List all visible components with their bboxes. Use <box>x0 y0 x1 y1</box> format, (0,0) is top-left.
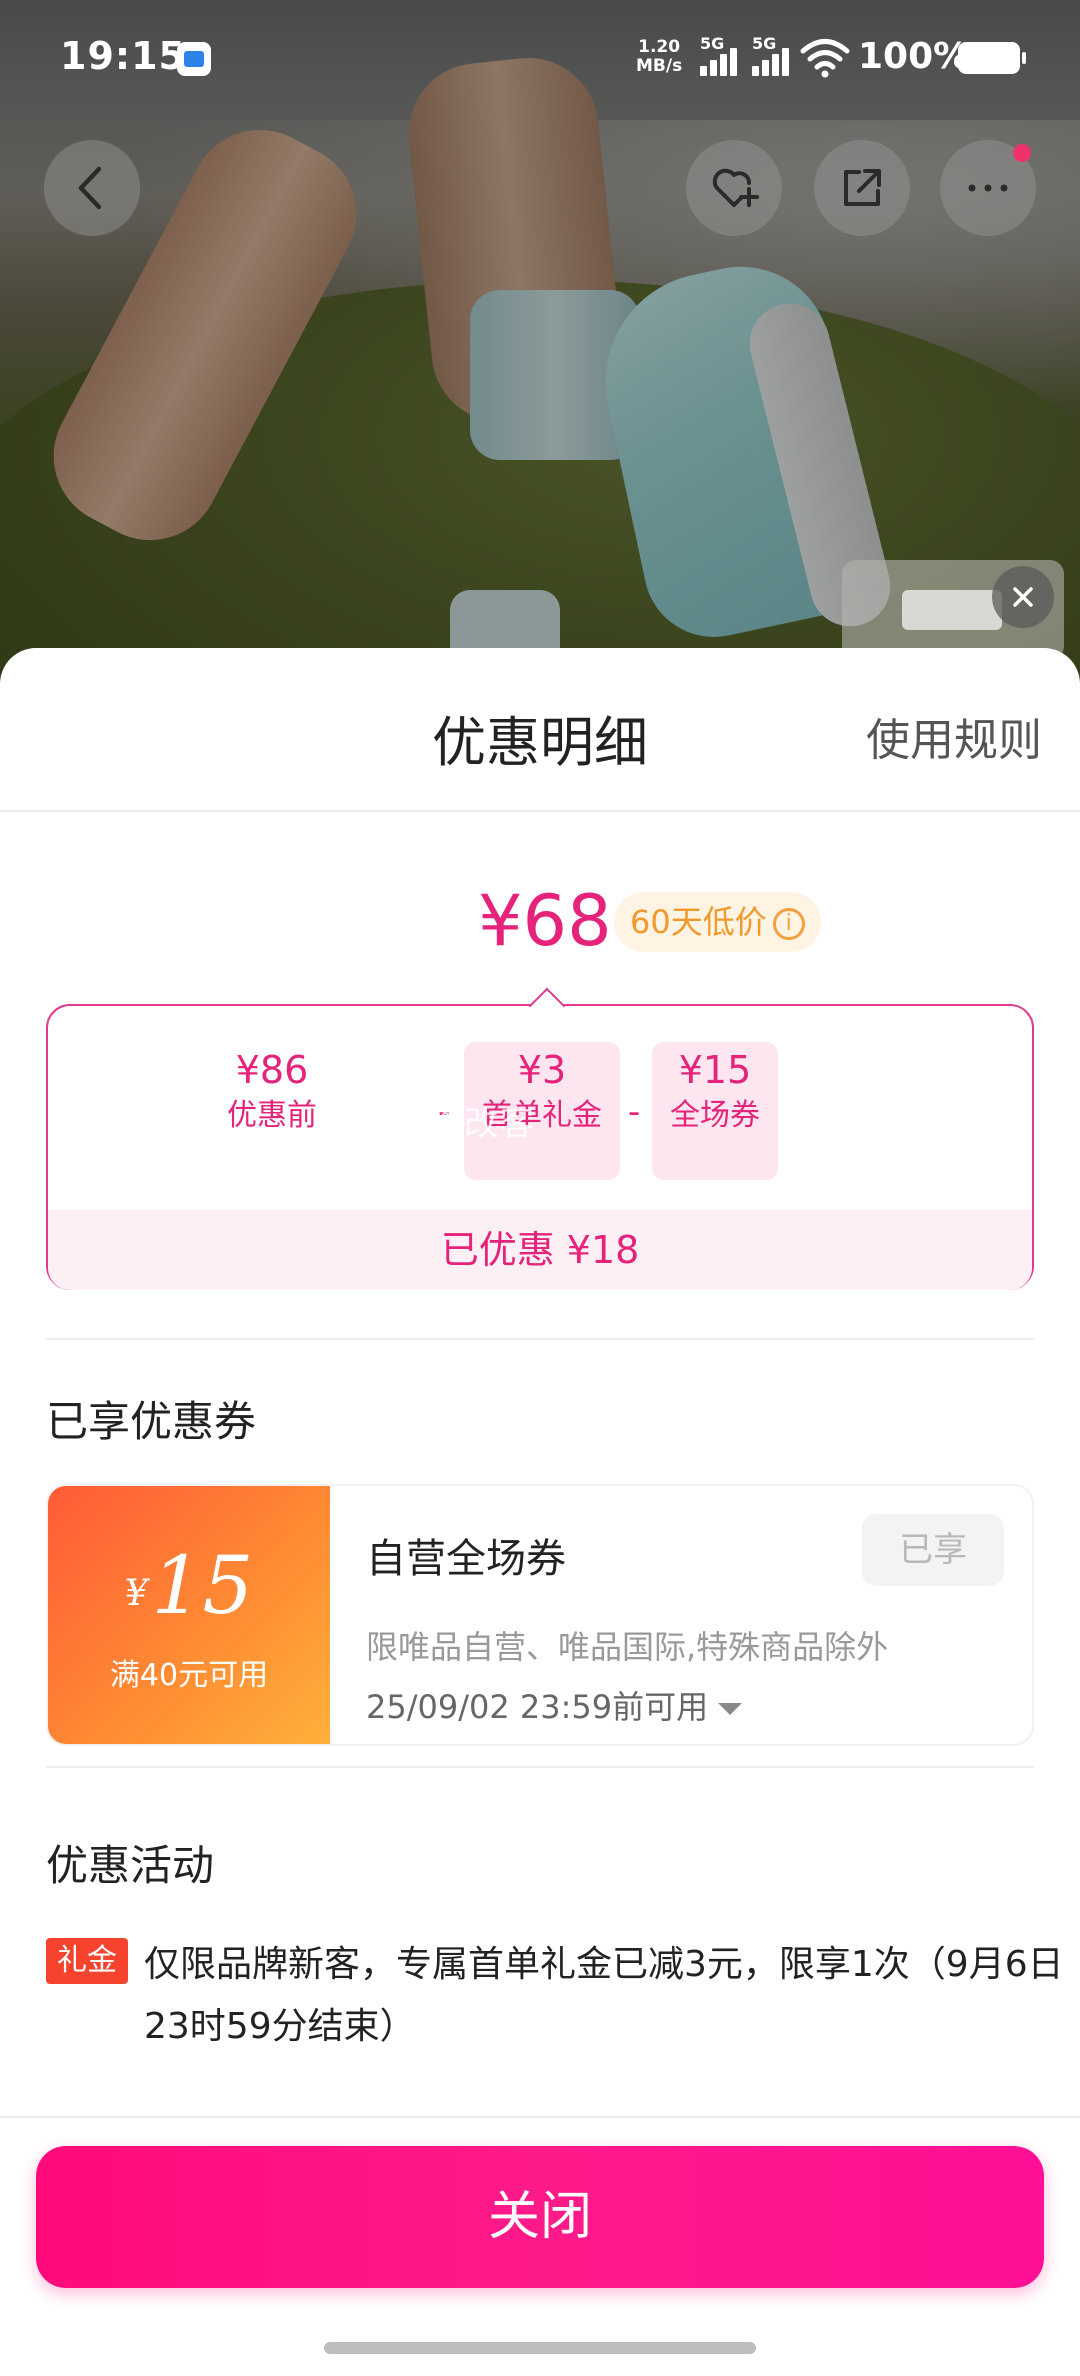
activity-section-title: 优惠活动 <box>46 1841 215 1890</box>
coupon-description: 限唯品自营、唯品国际,特殊商品除外 <box>366 1628 889 1666</box>
breakdown-coupon: ¥15 全场券 <box>670 1048 760 1133</box>
divider <box>46 1766 1034 1768</box>
notification-dot <box>1013 144 1031 162</box>
watermark: 修改客 <box>428 1104 536 1144</box>
coupon-amount-block: ¥15 满40元可用 <box>48 1486 330 1744</box>
coupon-status-badge: 已享 <box>862 1514 1004 1586</box>
breakdown-original: ¥86 优惠前 <box>227 1048 317 1133</box>
app-notification-icon <box>177 42 211 76</box>
status-bar: 19:15 1.20 MB/s 5G 5G 100% <box>0 0 1080 120</box>
battery-level: 100% <box>858 36 970 77</box>
signal-icon: 5G <box>700 34 748 76</box>
screen: 19:15 1.20 MB/s 5G 5G 100% 优惠明细 使用规则 ¥68… <box>0 0 1080 2376</box>
usage-rules-link[interactable]: 使用规则 <box>866 704 1042 768</box>
price-breakdown: ¥86 优惠前 - ¥3 首单礼金 - ¥15 全场券 修改客 已优惠 ¥18 <box>46 1004 1034 1290</box>
price-row: ¥68 60天低价 i <box>0 880 1080 970</box>
final-price: ¥68 <box>478 880 612 962</box>
share-button[interactable] <box>814 140 910 236</box>
battery-icon <box>958 42 1026 74</box>
coupon-validity[interactable]: 25/09/02 23:59前可用 <box>366 1682 743 1728</box>
coupon-card[interactable]: ¥15 满40元可用 自营全场券 已享 限唯品自营、唯品国际,特殊商品除外 25… <box>46 1484 1034 1746</box>
low-price-tag[interactable]: 60天低价 i <box>614 892 821 952</box>
discount-detail-sheet: 优惠明细 使用规则 ¥68 60天低价 i ¥86 优惠前 - ¥3 首单礼金 -… <box>0 648 1080 2376</box>
coupons-section-title: 已享优惠券 <box>46 1397 257 1446</box>
share-icon <box>844 169 881 206</box>
home-indicator[interactable] <box>324 2342 756 2354</box>
heart-add-icon <box>712 168 759 207</box>
favorite-button[interactable] <box>686 140 782 236</box>
wifi-icon <box>800 39 850 78</box>
activity-text: 仅限品牌新客，专属首单礼金已减3元，限享1次（9月6日23时59分结束） <box>144 1944 1064 2047</box>
back-button[interactable] <box>44 140 140 236</box>
status-time: 19:15 <box>60 34 186 78</box>
network-speed: 1.20 MB/s <box>636 37 683 76</box>
total-saved: 已优惠 ¥18 <box>48 1210 1032 1290</box>
coupon-condition: 满40元可用 <box>109 1658 269 1693</box>
minus-sign: - <box>628 1092 641 1132</box>
mini-window-close-button[interactable] <box>992 566 1054 628</box>
close-button[interactable]: 关闭 <box>36 2146 1044 2288</box>
info-icon[interactable]: i <box>772 908 805 940</box>
coupon-name: 自营全场券 <box>366 1536 566 1582</box>
caret-down-icon <box>718 1703 743 1715</box>
divider <box>0 810 1080 812</box>
gift-tag: 礼金 <box>46 1938 128 1984</box>
signal-icon-2: 5G <box>752 34 800 76</box>
close-icon <box>1013 587 1033 607</box>
divider <box>46 1338 1034 1340</box>
chevron-left-icon <box>78 166 102 210</box>
more-icon <box>968 184 1008 192</box>
coupon-perforation <box>320 1486 340 1744</box>
coupon-amount: 15 <box>151 1539 254 1632</box>
